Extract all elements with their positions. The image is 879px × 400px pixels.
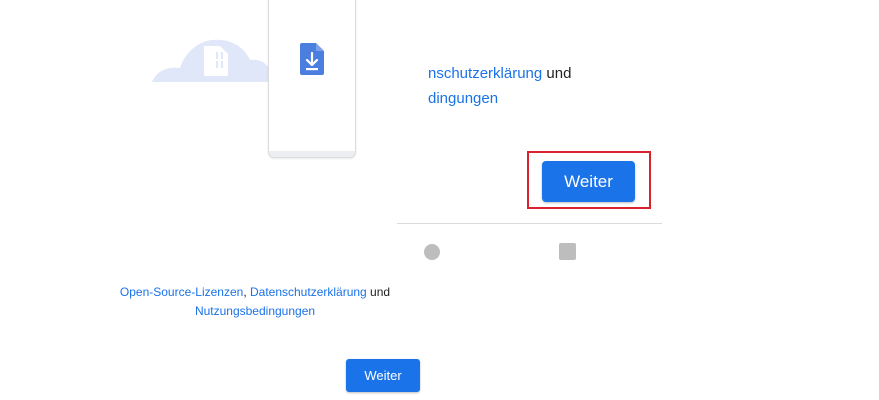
- continue-button[interactable]: Weiter: [346, 359, 420, 392]
- legal-and: und: [366, 285, 391, 299]
- sim-card-icon: [204, 46, 228, 76]
- zoom-legal-line-2: dingungen: [428, 90, 668, 107]
- highlight-box: [527, 151, 651, 209]
- file-download-icon: [300, 43, 324, 75]
- legal-comma: ,: [243, 285, 250, 299]
- zoom-and-text: und: [542, 65, 572, 82]
- zoom-terms-link[interactable]: dingungen: [428, 90, 498, 107]
- nav-divider: [397, 223, 662, 224]
- cloud-illustration: [152, 39, 274, 82]
- privacy-link[interactable]: Datenschutzerklärung: [250, 285, 367, 299]
- recents-nav-icon[interactable]: [559, 243, 576, 260]
- open-source-link[interactable]: Open-Source-Lizenzen: [120, 285, 243, 299]
- zoom-legal-line-1: nschutzerklärung und: [428, 65, 668, 82]
- terms-link[interactable]: Nutzungsbedingungen: [195, 304, 315, 318]
- home-nav-icon[interactable]: [424, 244, 440, 260]
- zoom-privacy-link[interactable]: nschutzerklärung: [428, 65, 542, 82]
- phone-bottom-bar: [269, 151, 355, 157]
- phone-illustration: [268, 0, 356, 158]
- legal-text: Open-Source-Lizenzen, Datenschutzerkläru…: [100, 283, 410, 321]
